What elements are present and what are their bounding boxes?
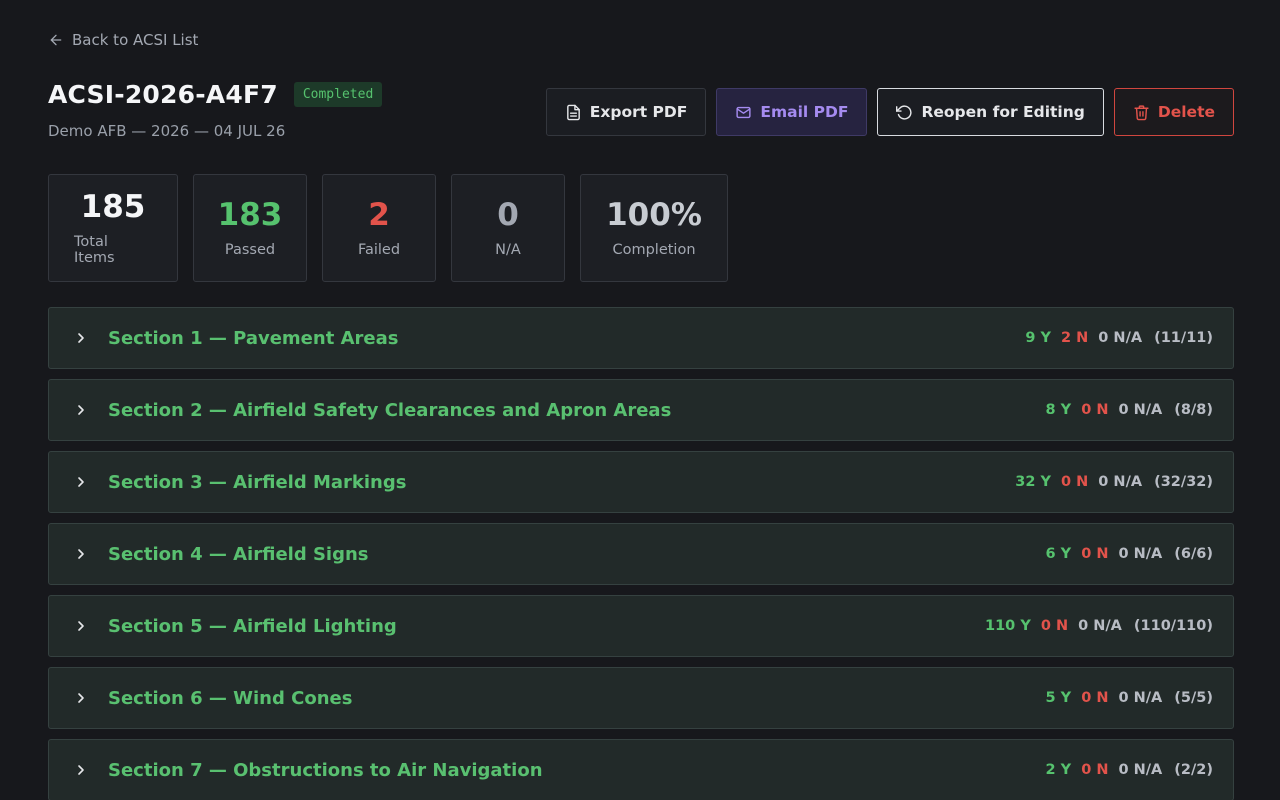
yes-count: 110 Y [985,618,1031,634]
section-row-7[interactable]: Section 7 — Obstructions to Air Navigati… [48,739,1234,800]
reopen-for-editing-button[interactable]: Reopen for Editing [877,88,1104,136]
stat-value: 100% [606,196,702,233]
stat-value: 185 [80,188,146,225]
na-count: 0 N/A [1118,546,1163,562]
reopen-label: Reopen for Editing [921,103,1085,121]
trash-icon [1134,104,1149,120]
stat-na: 0 N/A [451,174,565,282]
chevron-right-icon [78,333,84,343]
section-list: Section 1 — Pavement Areas 9 Y 2 N 0 N/A… [48,307,1234,800]
section-title: Section 7 — Obstructions to Air Navigati… [108,759,543,781]
arrow-left-icon [50,34,62,46]
section-counts: 9 Y 2 N 0 N/A (11/11) [1025,330,1213,346]
status-badge: Completed [293,82,383,107]
stat-completion: 100% Completion [580,174,728,282]
section-counts: 5 Y 0 N 0 N/A (5/5) [1046,690,1213,706]
no-count: 0 N [1081,546,1109,562]
email-pdf-label: Email PDF [760,103,849,121]
stat-passed: 183 Passed [193,174,307,282]
chevron-right-icon [78,693,84,703]
stat-failed: 2 Failed [322,174,436,282]
summary-stats: 185 Total Items 183 Passed 2 Failed 0 N/… [48,174,728,282]
progress-count: (6/6) [1174,546,1213,562]
stat-total-items: 185 Total Items [48,174,178,282]
section-title: Section 5 — Airfield Lighting [108,615,397,637]
section-counts: 32 Y 0 N 0 N/A (32/32) [1015,474,1213,490]
page-header: ACSI-2026-A4F7 Completed Demo AFB — 2026… [48,80,383,140]
yes-count: 5 Y [1045,690,1072,706]
section-row-4[interactable]: Section 4 — Airfield Signs 6 Y 0 N 0 N/A… [48,523,1234,585]
na-count: 0 N/A [1078,618,1122,634]
page-title: ACSI-2026-A4F7 [48,80,278,109]
progress-count: (11/11) [1154,330,1213,346]
na-count: 0 N/A [1118,690,1163,706]
section-row-2[interactable]: Section 2 — Airfield Safety Clearances a… [48,379,1234,441]
section-title: Section 2 — Airfield Safety Clearances a… [108,399,672,421]
yes-count: 9 Y [1025,330,1052,346]
na-count: 0 N/A [1118,762,1163,778]
stat-value: 183 [217,196,283,233]
na-count: 0 N/A [1098,474,1143,490]
back-link-label: Back to ACSI List [72,31,199,49]
yes-count: 32 Y [1015,474,1052,490]
no-count: 2 N [1061,330,1089,346]
progress-count: (8/8) [1174,402,1213,418]
delete-label: Delete [1157,103,1215,121]
section-counts: 6 Y 0 N 0 N/A (6/6) [1046,546,1213,562]
stat-label: Failed [357,242,401,259]
delete-button[interactable]: Delete [1113,88,1234,136]
stat-label: Total Items [74,234,115,267]
no-count: 0 N [1081,690,1109,706]
yes-count: 6 Y [1045,546,1072,562]
email-pdf-button[interactable]: Email PDF [716,88,868,136]
stat-label: Passed [224,242,276,259]
no-count: 0 N [1081,762,1109,778]
progress-count: (32/32) [1154,474,1213,490]
file-icon [566,104,580,120]
section-title: Section 3 — Airfield Markings [108,471,407,493]
stat-value: 0 [497,196,519,233]
yes-count: 2 Y [1045,762,1072,778]
progress-count: (5/5) [1174,690,1213,706]
no-count: 0 N [1061,474,1089,490]
chevron-right-icon [78,765,84,775]
section-row-1[interactable]: Section 1 — Pavement Areas 9 Y 2 N 0 N/A… [48,307,1234,369]
section-counts: 110 Y 0 N 0 N/A (110/110) [985,618,1213,634]
section-counts: 8 Y 0 N 0 N/A (8/8) [1046,402,1213,418]
na-count: 0 N/A [1118,402,1163,418]
chevron-right-icon [78,405,84,415]
na-count: 0 N/A [1098,330,1143,346]
action-bar: Export PDF Email PDF Reopen for Editing … [545,88,1234,136]
no-count: 0 N [1081,402,1109,418]
progress-count: (110/110) [1133,618,1213,634]
section-row-6[interactable]: Section 6 — Wind Cones 5 Y 0 N 0 N/A (5/… [48,667,1234,729]
chevron-right-icon [78,549,84,559]
section-title: Section 4 — Airfield Signs [108,543,369,565]
back-link[interactable]: Back to ACSI List [48,31,198,49]
chevron-right-icon [78,621,84,631]
section-title: Section 1 — Pavement Areas [108,327,399,349]
rotate-ccw-icon [896,104,912,120]
chevron-right-icon [78,477,84,487]
export-pdf-label: Export PDF [589,103,688,121]
stat-value: 2 [368,196,390,233]
page-subtitle: Demo AFB — 2026 — 04 JUL 26 [48,122,286,140]
progress-count: (2/2) [1174,762,1213,778]
section-title: Section 6 — Wind Cones [108,687,353,709]
section-row-3[interactable]: Section 3 — Airfield Markings 32 Y 0 N 0… [48,451,1234,513]
no-count: 0 N [1040,618,1069,634]
export-pdf-button[interactable]: Export PDF [545,88,707,136]
acsi-detail-page: Back to ACSI List ACSI-2026-A4F7 Complet… [0,0,1280,800]
stat-label: N/A [495,242,521,259]
mail-icon [736,106,751,118]
stat-label: Completion [612,242,696,259]
yes-count: 8 Y [1045,402,1072,418]
section-counts: 2 Y 0 N 0 N/A (2/2) [1046,762,1213,778]
section-row-5[interactable]: Section 5 — Airfield Lighting 110 Y 0 N … [48,595,1234,657]
